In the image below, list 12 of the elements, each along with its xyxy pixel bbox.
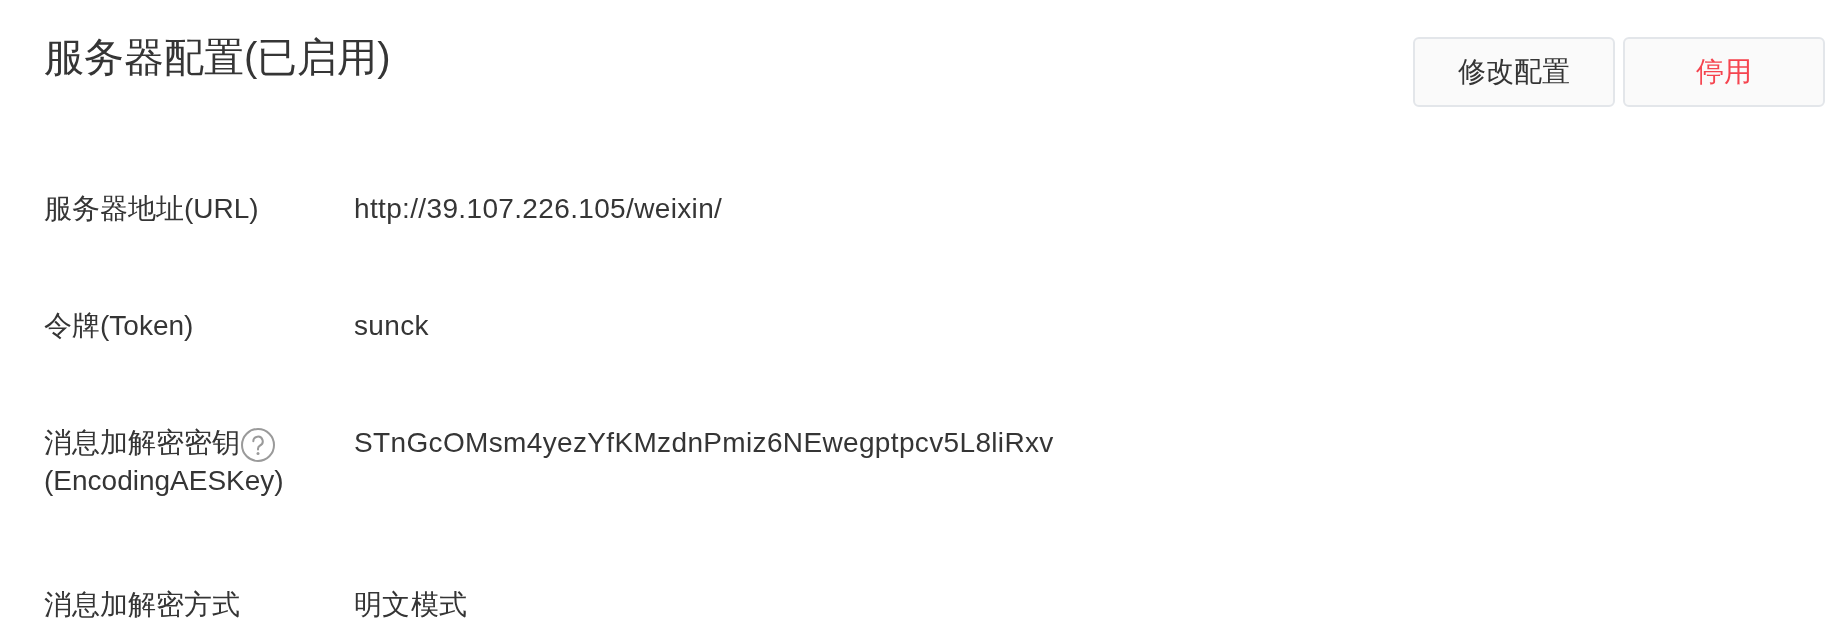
field-value: sunck <box>354 310 429 341</box>
field-label: 令牌(Token) <box>44 309 194 343</box>
field-value: 明文模式 <box>354 589 468 620</box>
field-value: http://39.107.226.105/weixin/ <box>354 193 723 224</box>
help-icon[interactable] <box>241 427 275 462</box>
edit-button[interactable]: 修改配置 <box>1413 37 1615 107</box>
field-value: STnGcOMsm4yezYfKMzdnPmiz6NEwegptpcv5L8liRxv <box>354 427 1054 458</box>
field-label: 服务器地址(URL) <box>44 192 259 226</box>
page-title: 服务器配置(已启用) <box>44 37 391 77</box>
field-label: 消息加解密密钥 <box>44 426 240 460</box>
field-label: 消息加解密方式 <box>44 588 240 622</box>
field-label-note: (EncodingAESKey) <box>44 464 284 498</box>
